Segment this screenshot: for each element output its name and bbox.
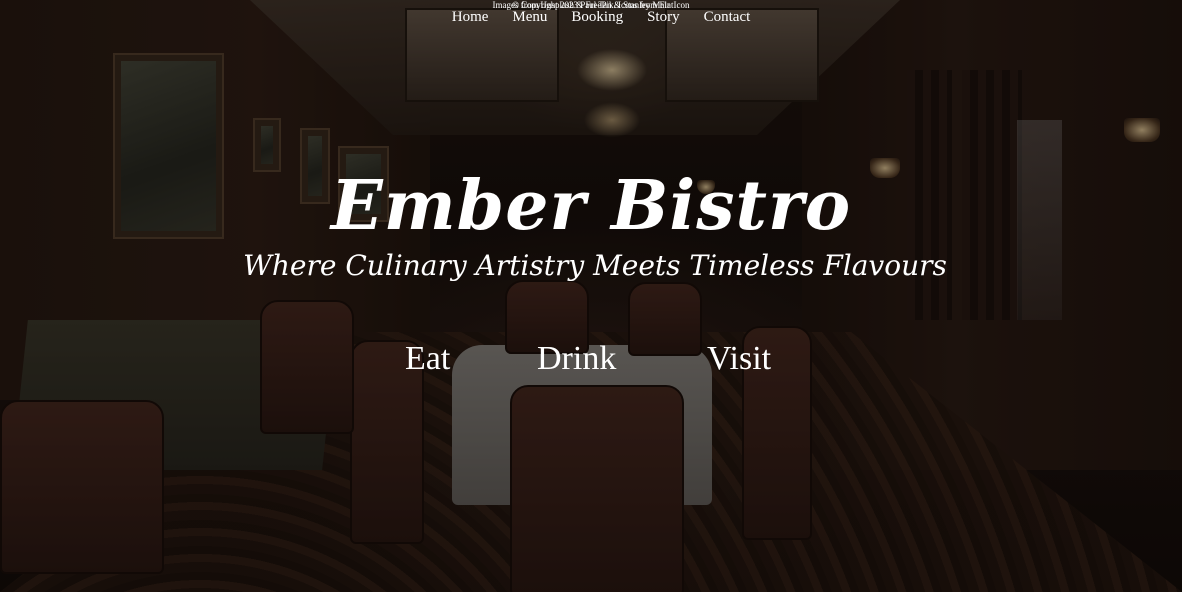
restaurant-interior-photo [0, 0, 1182, 592]
nav-menu-link[interactable]: Menu [512, 9, 547, 26]
drink-link[interactable]: Drink [537, 340, 616, 378]
visit-link[interactable]: Visit [707, 340, 771, 378]
tagline: Where Culinary Artistry Meets Timeless F… [243, 249, 947, 282]
nav-home-link[interactable]: Home [452, 9, 489, 26]
eat-link[interactable]: Eat [405, 340, 450, 378]
copyright: © Copyright 2023 Paul Tan & Stanley Mair [512, 0, 670, 10]
main-nav: Home Menu Booking Story Contact [0, 9, 1182, 26]
nav-story-link[interactable]: Story [647, 9, 680, 26]
dark-overlay [0, 0, 1182, 592]
nav-booking-link[interactable]: Booking [571, 9, 623, 26]
page-title: Ember Bistro [330, 166, 852, 246]
nav-contact-link[interactable]: Contact [704, 9, 751, 26]
page: Home Menu Booking Story Contact Ember Bi… [0, 0, 1182, 592]
